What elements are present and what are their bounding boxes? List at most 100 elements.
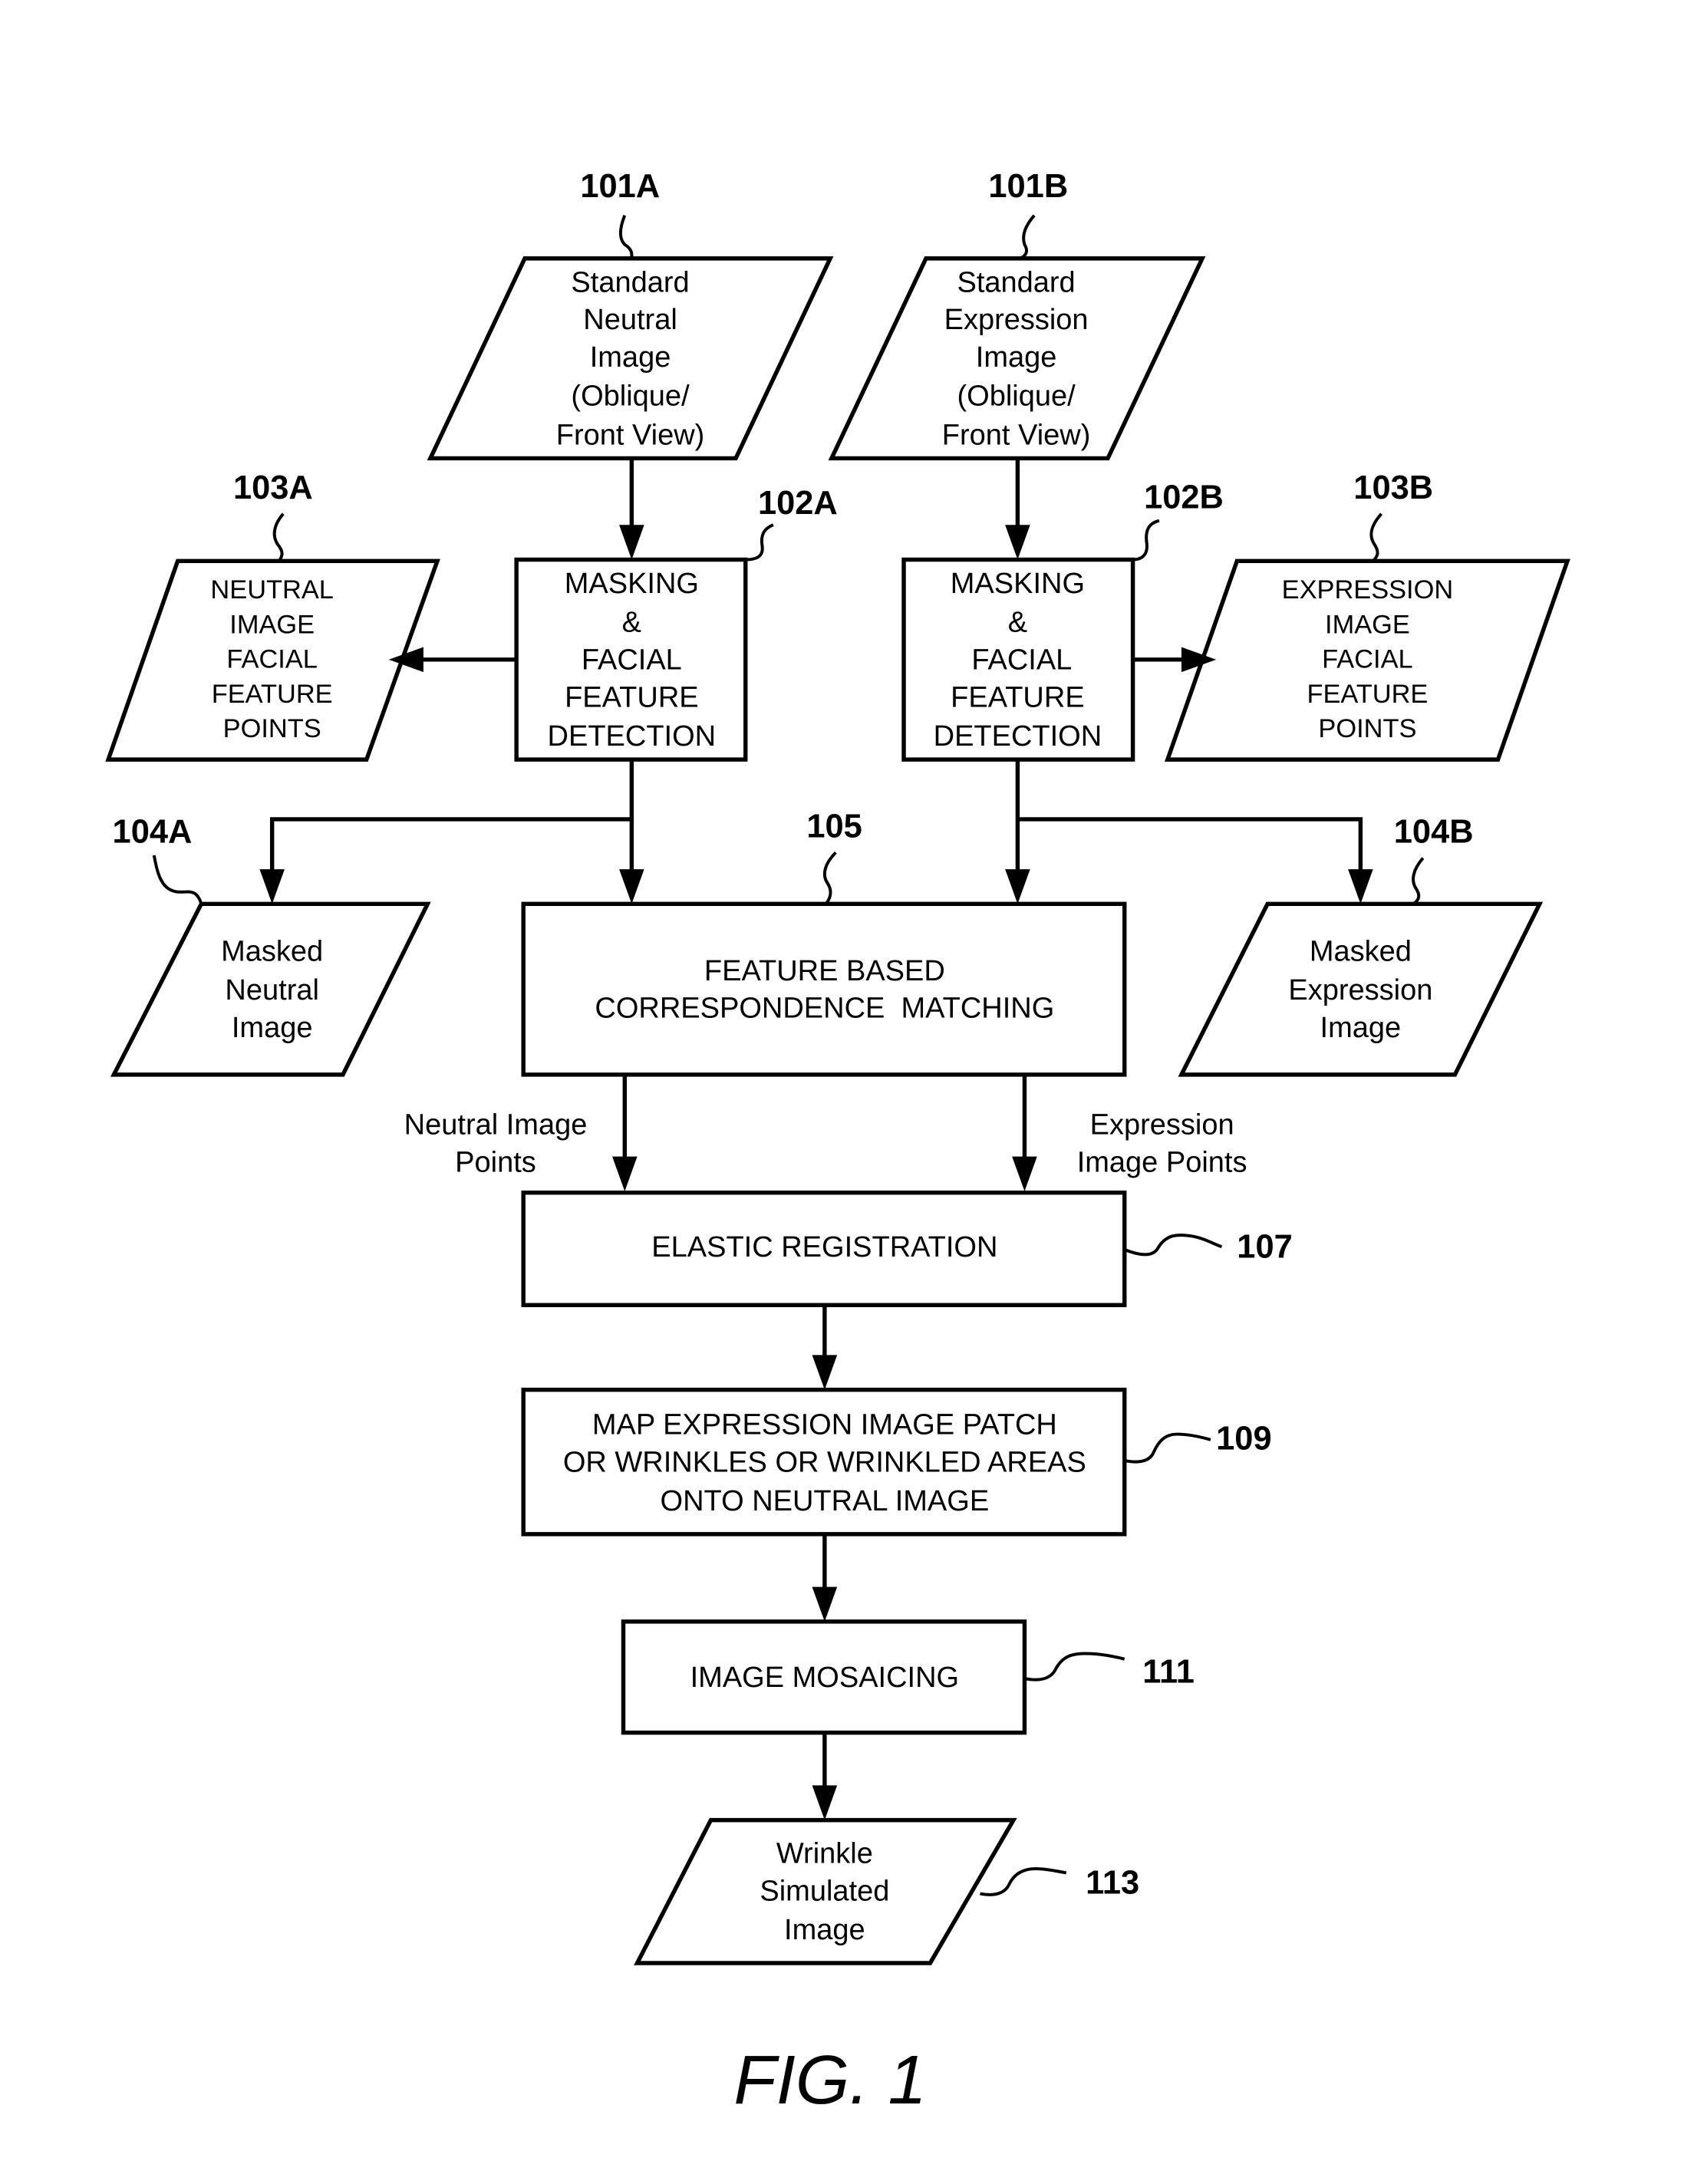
node-103b-line-3: FACIAL [1322,645,1412,674]
node-105-line-2: CORRESPONDENCE MATCHING [595,993,1054,1025]
arrowhead [812,1355,838,1390]
ref-104b-label: 104B [1394,814,1474,851]
node-101b-line-2: Expression [944,304,1089,336]
node-103a-line-3: FACIAL [226,645,317,674]
node-101b-line-3: Image [976,341,1057,374]
arrowhead [619,525,644,560]
ref-103b-leader [1369,512,1383,562]
ref-104b-leader [1412,857,1425,905]
node-102a: MASKING & FACIAL FEATURE DETECTION [514,557,748,762]
node-105-shape [521,901,1127,1077]
node-101a-line-1: Standard [571,266,689,298]
ref-101a: 101A [580,168,660,259]
ref-101b: 101B [988,168,1068,260]
edge-label-expression-points-line-1: Expression [1090,1109,1234,1141]
ref-102b-label: 102B [1144,479,1224,516]
node-107: ELASTIC REGISTRATION [521,1190,1127,1307]
edge-102a-105 [619,819,644,904]
node-104b: Masked Expression Image [1178,901,1544,1077]
arrowhead [812,1785,838,1820]
node-102a-line-3: FACIAL [582,644,682,676]
node-102b-line-4: FEATURE [951,681,1085,713]
edge-101b-102b [1005,458,1030,560]
node-113-line-2: Simulated [760,1876,889,1908]
ref-101a-label: 101A [580,168,660,205]
edge-109-111 [812,1533,838,1622]
arrowhead [1348,869,1373,904]
ref-103a-leader [272,512,285,562]
arrowhead [619,869,644,904]
node-103a-line-1: NEUTRAL [210,575,333,604]
figure-caption: FIG. 1 [733,2041,926,2119]
edge-102a-104a [259,759,634,904]
node-103b-line-4: FEATURE [1307,680,1428,709]
ref-111-leader [1024,1652,1125,1682]
ref-109-leader [1124,1432,1211,1464]
node-105: FEATURE BASED CORRESPONDENCE MATCHING [521,901,1127,1077]
ref-102b-leader [1132,519,1160,562]
node-104a-line-1: Masked [221,935,323,967]
arrowhead [1012,1156,1037,1191]
ref-105: 105 [806,808,862,905]
edge-105-107-expression [1012,1074,1037,1191]
flowchart-canvas: Standard Neutral Image (Oblique/ Front V… [105,168,1570,2119]
node-103a-line-2: IMAGE [229,610,315,639]
edge-label-expression-points-line-2: Image Points [1077,1147,1247,1179]
node-103a-line-4: FEATURE [212,680,333,709]
edge-101a-102a [619,458,644,560]
edge-107-109 [812,1305,838,1390]
node-102b-line-3: FACIAL [971,644,1072,676]
edge-label-neutral-points-line-2: Points [455,1147,536,1179]
node-102a-line-2: & [622,607,641,639]
arrowhead [259,869,285,904]
node-104b-line-2: Expression [1288,974,1432,1006]
edge-111-113 [812,1732,838,1820]
node-105-line-1: FEATURE BASED [704,955,945,987]
node-104a-line-2: Neutral [225,974,318,1006]
ref-107: 107 [1124,1229,1293,1266]
arrowhead [612,1156,638,1191]
ref-102a-label: 102A [758,485,838,522]
edge-102b-105 [1005,759,1030,904]
node-101a-line-3: Image [590,341,671,374]
edge-label-neutral-points-line-1: Neutral Image [404,1109,588,1141]
node-103b-line-2: IMAGE [1325,610,1410,639]
node-104a-line-3: Image [232,1012,313,1044]
node-102b: MASKING & FACIAL FEATURE DETECTION [901,557,1135,762]
node-101a-line-5: Front View) [556,419,705,451]
ref-104a-label: 104A [113,814,193,851]
ref-102a: 102A [745,485,838,562]
ref-101b-leader [1020,214,1036,260]
ref-109-label: 109 [1216,1420,1271,1457]
ref-102a-leader [745,523,774,562]
node-103a: NEUTRAL IMAGE FACIAL FEATURE POINTS [105,558,440,762]
node-109-line-3: ONTO NEUTRAL IMAGE [661,1485,990,1517]
ref-104a: 104A [113,814,203,904]
ref-109: 109 [1124,1420,1272,1464]
node-103b: EXPRESSION IMAGE FACIAL FEATURE POINTS [1165,558,1570,762]
node-102b-line-5: DETECTION [934,720,1102,753]
ref-102b: 102B [1132,479,1224,562]
ref-103b-label: 103B [1353,469,1433,506]
node-102a-line-4: FEATURE [565,681,699,713]
ref-103a-label: 103A [233,469,313,506]
ref-104b: 104B [1394,814,1474,905]
edge-label-expression-points: Expression Image Points [1077,1109,1247,1179]
node-101b: Standard Expression Image (Oblique/ Fron… [828,256,1206,461]
node-113-line-3: Image [784,1914,865,1946]
ref-113: 113 [980,1865,1139,1902]
arrowhead [1005,869,1030,904]
node-101a-line-2: Neutral [583,304,677,336]
node-113-line-1: Wrinkle [776,1838,873,1870]
ref-111-label: 111 [1142,1653,1195,1690]
node-102b-line-2: & [1008,607,1027,639]
arrowhead [812,1586,838,1622]
arrowhead [1005,525,1030,560]
ref-111: 111 [1024,1652,1195,1690]
ref-103a: 103A [233,469,313,562]
node-109-line-1: MAP EXPRESSION IMAGE PATCH [592,1409,1057,1441]
node-104b-line-3: Image [1320,1012,1402,1044]
node-109-line-2: OR WRINKLES OR WRINKLED AREAS [563,1446,1086,1478]
node-101b-line-1: Standard [957,266,1075,298]
node-101b-line-4: (Oblique/ [957,380,1076,413]
